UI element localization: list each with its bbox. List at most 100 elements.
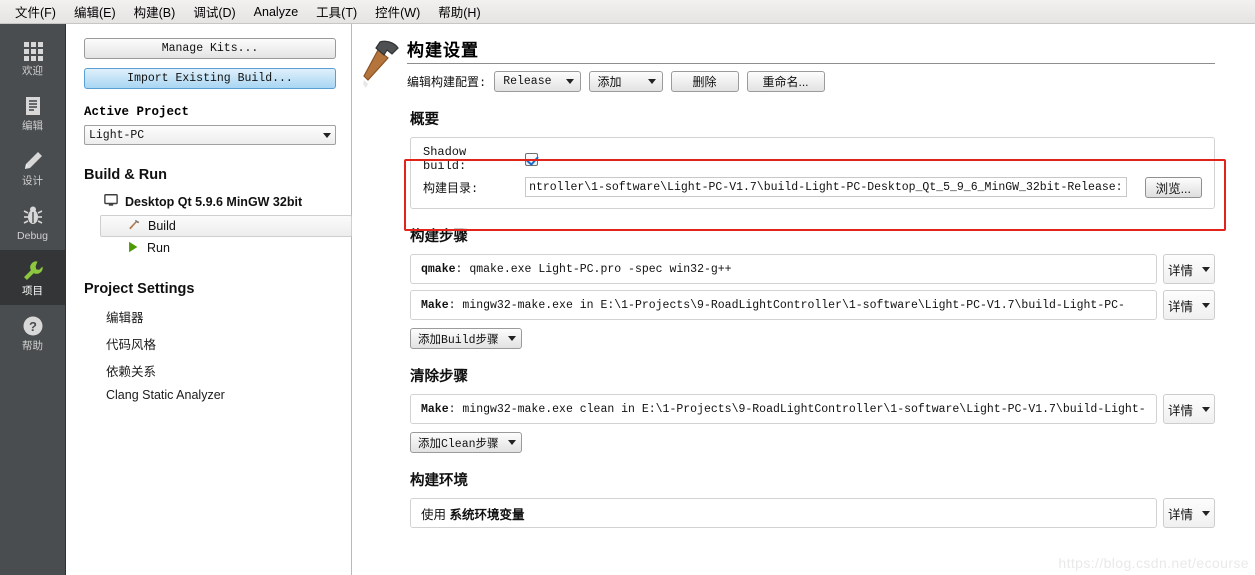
document-icon	[21, 94, 45, 118]
add-clean-step-button[interactable]: 添加Clean步骤	[410, 432, 522, 453]
mode-projects[interactable]: 项目	[0, 250, 65, 305]
project-settings-item-editor[interactable]: 编辑器	[84, 307, 335, 326]
project-settings-item-dependencies[interactable]: 依赖关系	[84, 361, 335, 380]
menu-file[interactable]: 文件(F)	[6, 0, 65, 24]
edit-build-config-label: 编辑构建配置:	[407, 76, 487, 90]
shadow-build-checkbox[interactable]	[525, 152, 538, 166]
tree-item-build[interactable]: Build	[100, 215, 352, 237]
chevron-down-icon	[1202, 302, 1210, 308]
shadow-build-label: Shadow build:	[423, 145, 467, 173]
svg-text:?: ?	[29, 319, 37, 334]
clean-steps-heading: 清除步骤	[410, 369, 468, 385]
build-environment-heading: 构建环境	[410, 473, 468, 489]
mode-edit[interactable]: 编辑	[0, 85, 65, 140]
details-label: 详情	[1167, 299, 1193, 314]
kit-node-desktop-qt[interactable]: Desktop Qt 5.9.6 MinGW 32bit	[84, 193, 335, 210]
build-config-combobox[interactable]: Release	[494, 71, 581, 92]
kit-node-label: Desktop Qt 5.9.6 MinGW 32bit	[125, 194, 303, 209]
wrench-icon	[21, 259, 45, 283]
title-divider	[407, 63, 1215, 64]
hammer-icon	[354, 36, 406, 96]
chevron-down-icon	[565, 79, 574, 84]
project-settings-item-clang-static-analyzer[interactable]: Clang Static Analyzer	[84, 388, 335, 402]
project-settings-heading: Project Settings	[84, 281, 195, 297]
pencil-icon	[21, 149, 45, 173]
clean-step-row-make: Make: mingw32-make.exe clean in E:\1-Pro…	[410, 394, 1215, 424]
browse-button[interactable]: 浏览...	[1144, 176, 1202, 198]
clean-step-make-details-button[interactable]: 详情	[1163, 394, 1215, 424]
active-project-heading: Active Project	[84, 105, 190, 119]
menu-edit[interactable]: 编辑(E)	[65, 0, 125, 24]
remove-config-button[interactable]: 删除	[670, 71, 739, 92]
mode-welcome-label: 欢迎	[22, 64, 43, 77]
build-environment-prefix: 使用	[421, 507, 447, 522]
build-directory-label: 构建目录:	[423, 181, 479, 196]
menu-analyze[interactable]: Analyze	[245, 2, 307, 22]
build-step-row-make: Make: mingw32-make.exe in E:\1-Projects\…	[410, 290, 1215, 320]
build-directory-input[interactable]: :s\9-RoadLightController\1-software\Ligh…	[525, 177, 1127, 197]
build-environment-details-button[interactable]: 详情	[1163, 498, 1215, 528]
tree-item-run-label: Run	[147, 241, 170, 255]
mode-design[interactable]: 设计	[0, 140, 65, 195]
page-title: 构建设置	[407, 41, 479, 60]
menu-debug[interactable]: 调试(D)	[184, 0, 244, 24]
mode-help[interactable]: ? 帮助	[0, 305, 65, 360]
shadow-build-group: Shadow build: 构建目录: :s\9-RoadLightContro…	[410, 137, 1215, 209]
build-step-make-details-button[interactable]: 详情	[1163, 290, 1215, 320]
build-environment-summary[interactable]: 使用 系统环境变量	[410, 498, 1157, 528]
menu-bar: 文件(F) 编辑(E) 构建(B) 调试(D) Analyze 工具(T) 控件…	[0, 0, 1255, 24]
build-step-make-name: Make	[421, 298, 449, 312]
menu-help[interactable]: 帮助(H)	[429, 0, 489, 24]
build-step-qmake-details-button[interactable]: 详情	[1163, 254, 1215, 284]
menu-build[interactable]: 构建(B)	[125, 0, 185, 24]
active-project-combobox[interactable]: Light-PC	[84, 125, 336, 145]
edit-build-config-row: 编辑构建配置: Release 添加 删除 重命名...	[407, 71, 1255, 92]
chevron-down-icon	[1202, 406, 1210, 412]
mode-edit-label: 编辑	[22, 119, 43, 132]
grid-icon	[21, 39, 45, 63]
import-existing-build-button[interactable]: Import Existing Build...	[84, 68, 336, 89]
add-config-button[interactable]: 添加	[588, 71, 663, 92]
build-step-make[interactable]: Make: mingw32-make.exe in E:\1-Projects\…	[410, 290, 1157, 320]
build-and-run-heading: Build & Run	[84, 167, 167, 183]
watermark: https://blog.csdn.net/ecourse	[1058, 555, 1249, 571]
build-environment-value: 系统环境变量	[449, 507, 525, 522]
mode-debug-label: Debug	[17, 229, 48, 242]
build-step-make-text: Make: mingw32-make.exe in E:\1-Projects\…	[421, 298, 1125, 312]
summary-heading: 概要	[410, 112, 439, 128]
hammer-small-icon	[127, 218, 141, 235]
menu-window[interactable]: 控件(W)	[366, 0, 429, 24]
clean-step-make[interactable]: Make: mingw32-make.exe clean in E:\1-Pro…	[410, 394, 1157, 424]
chevron-down-icon	[1202, 510, 1210, 516]
build-directory-value: :s\9-RoadLightController\1-software\Ligh…	[529, 180, 1123, 194]
chevron-down-icon	[647, 79, 656, 84]
details-label: 详情	[1167, 403, 1193, 418]
question-icon: ?	[21, 314, 45, 338]
chevron-down-icon	[1202, 266, 1210, 272]
rename-config-button[interactable]: 重命名...	[746, 71, 825, 92]
details-label: 详情	[1167, 263, 1193, 278]
build-settings-pane: 构建设置 编辑构建配置: Release 添加 删除 重命名... 概要 Sha…	[352, 24, 1255, 575]
build-step-make-command: mingw32-make.exe in E:\1-Projects\9-Road…	[462, 298, 1125, 312]
chevron-down-icon	[507, 336, 516, 341]
details-label: 详情	[1167, 507, 1193, 522]
clean-step-make-command: mingw32-make.exe clean in E:\1-Projects\…	[462, 402, 1146, 416]
chevron-down-icon	[507, 440, 516, 445]
tree-item-run[interactable]: Run	[84, 237, 335, 259]
chevron-down-icon	[323, 132, 331, 138]
build-steps-heading: 构建步骤	[410, 229, 468, 245]
menu-tools[interactable]: 工具(T)	[307, 0, 366, 24]
manage-kits-button[interactable]: Manage Kits...	[84, 38, 336, 59]
mode-welcome[interactable]: 欢迎	[0, 30, 65, 85]
mode-design-label: 设计	[22, 174, 43, 187]
tree-item-build-label: Build	[148, 219, 176, 233]
project-settings-item-code-style[interactable]: 代码风格	[84, 334, 335, 353]
add-build-step-label: 添加Build步骤	[418, 333, 499, 347]
add-build-step-button[interactable]: 添加Build步骤	[410, 328, 522, 349]
project-side-panel: Manage Kits... Import Existing Build... …	[66, 24, 352, 575]
build-step-qmake[interactable]: qmake: qmake.exe Light-PC.pro -spec win3…	[410, 254, 1157, 284]
play-icon	[126, 240, 140, 257]
build-step-qmake-name: qmake	[421, 262, 456, 276]
mode-debug[interactable]: Debug	[0, 195, 65, 250]
build-directory-row: 构建目录: :s\9-RoadLightController\1-softwar…	[423, 176, 1202, 198]
